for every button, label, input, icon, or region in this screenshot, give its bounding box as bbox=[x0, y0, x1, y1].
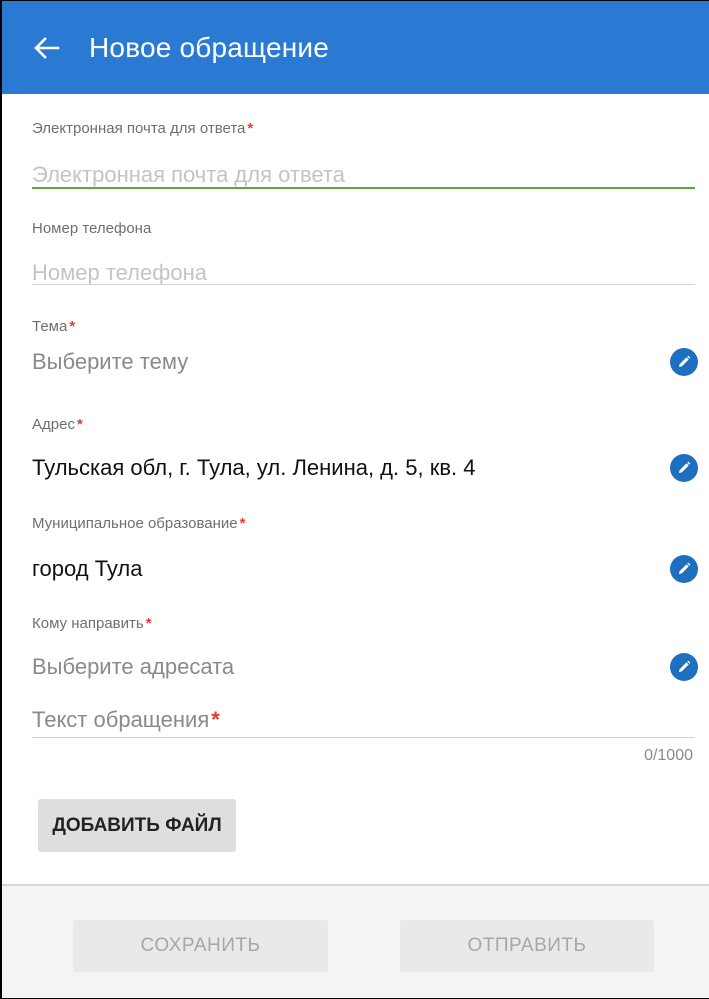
message-placeholder: Текст обращения bbox=[32, 707, 210, 732]
recipient-label-text: Кому направить bbox=[32, 615, 144, 632]
bottom-bar: СОХРАНИТЬ ОТПРАВИТЬ bbox=[2, 884, 709, 998]
pencil-icon bbox=[679, 355, 691, 367]
municipality-value: город Тула bbox=[32, 556, 143, 581]
topic-value: Выберите тему bbox=[32, 349, 189, 374]
back-button[interactable] bbox=[15, 1, 79, 94]
email-field[interactable] bbox=[32, 160, 695, 190]
app-bar: Новое обращение bbox=[2, 1, 709, 94]
arrow-left-icon bbox=[34, 36, 60, 59]
form-content: Электронная почта для ответа* Номер теле… bbox=[2, 94, 709, 884]
municipality-label: Муниципальное образование * bbox=[32, 515, 245, 532]
send-button[interactable]: ОТПРАВИТЬ bbox=[400, 920, 654, 972]
edit-icon[interactable] bbox=[670, 348, 698, 376]
email-label-text: Электронная почта для ответа bbox=[32, 120, 246, 137]
recipient-label: Кому направить * bbox=[32, 615, 152, 632]
required-mark: * bbox=[76, 416, 83, 433]
pencil-icon bbox=[679, 562, 691, 574]
municipality-label-text: Муниципальное образование bbox=[32, 515, 238, 532]
edit-icon[interactable] bbox=[670, 653, 698, 681]
required-mark: * bbox=[239, 515, 246, 532]
address-label: Адрес * bbox=[32, 416, 83, 433]
address-label-text: Адрес bbox=[32, 416, 75, 433]
screen: Новое обращение Электронная почта для от… bbox=[0, 0, 709, 999]
topic-row[interactable]: Выберите тему bbox=[32, 322, 698, 376]
save-button[interactable]: СОХРАНИТЬ bbox=[73, 920, 328, 972]
message-counter: 0/1000 bbox=[644, 747, 693, 764]
recipient-value: Выберите адресата bbox=[32, 654, 235, 679]
page-title: Новое обращение bbox=[89, 31, 330, 63]
phone-label: Номер телефона bbox=[32, 220, 152, 237]
add-file-button[interactable]: ДОБАВИТЬ ФАЙЛ bbox=[38, 799, 236, 852]
edit-icon[interactable] bbox=[670, 454, 698, 482]
recipient-row[interactable]: Выберите адресата bbox=[32, 647, 698, 687]
email-label: Электронная почта для ответа * bbox=[32, 120, 253, 137]
required-mark: * bbox=[145, 615, 152, 632]
edit-icon[interactable] bbox=[670, 555, 698, 583]
email-underline bbox=[32, 187, 695, 189]
address-row[interactable]: Тульская обл, г. Тула, ул. Ленина, д. 5,… bbox=[32, 448, 698, 488]
message-field[interactable]: Текст обращения* bbox=[32, 707, 695, 733]
message-underline bbox=[32, 737, 695, 738]
pencil-icon bbox=[679, 461, 691, 473]
municipality-row[interactable]: город Тула bbox=[32, 549, 698, 589]
required-mark: * bbox=[211, 707, 220, 732]
phone-underline bbox=[32, 284, 695, 285]
address-value: Тульская обл, г. Тула, ул. Ленина, д. 5,… bbox=[32, 455, 476, 480]
required-mark: * bbox=[247, 120, 254, 137]
pencil-icon bbox=[679, 660, 691, 672]
